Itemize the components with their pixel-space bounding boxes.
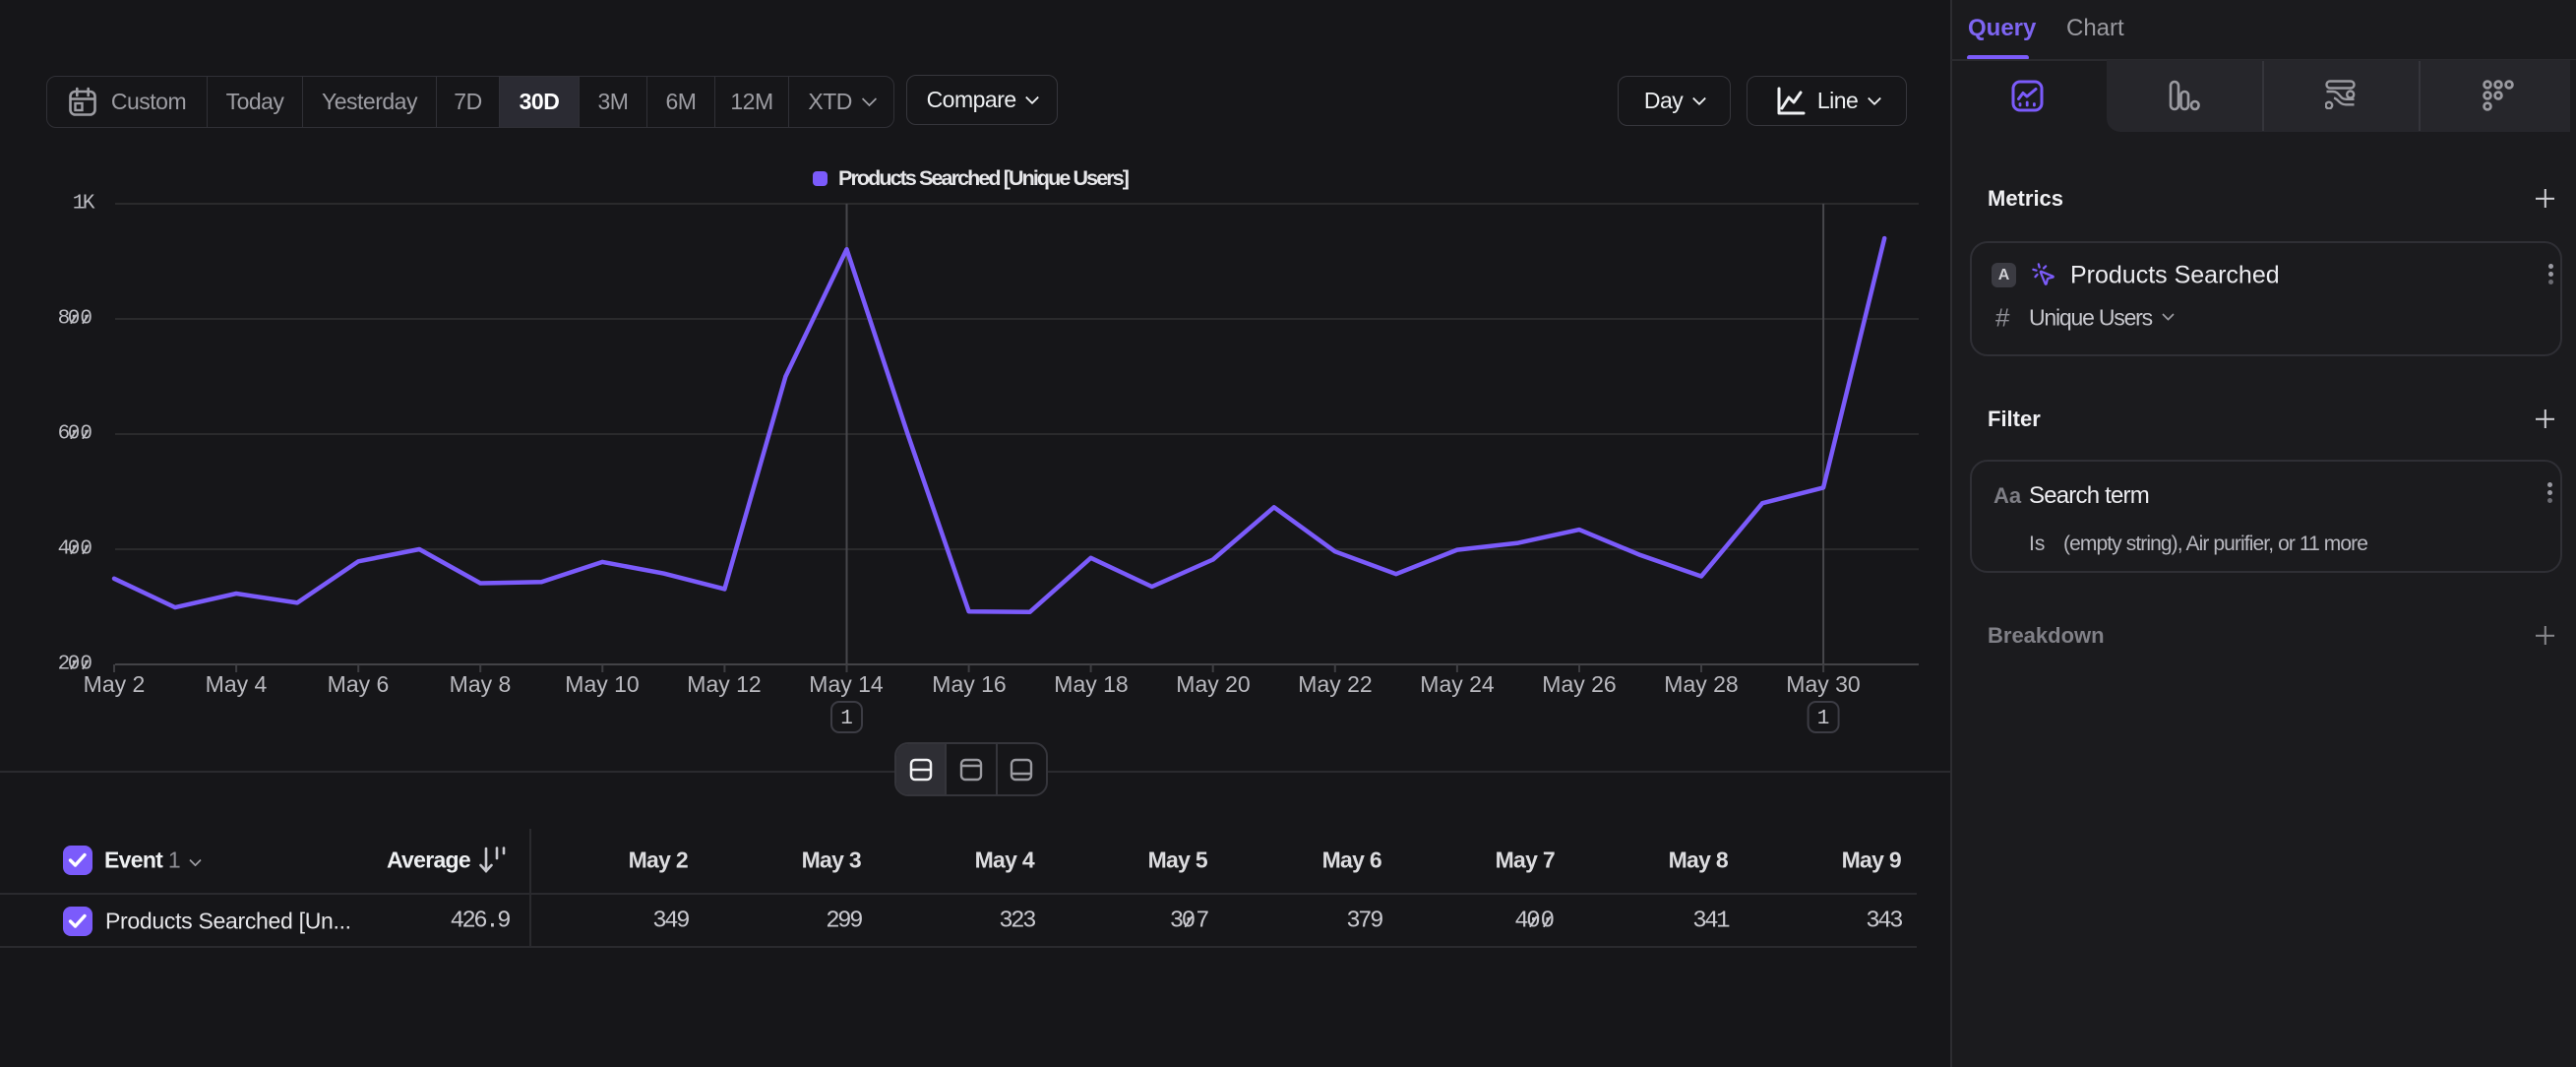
svg-text:Products Searched [Unique User: Products Searched [Unique Users] [838, 166, 1129, 190]
svg-text:May 24: May 24 [1420, 671, 1495, 697]
svg-text:1: 1 [1817, 708, 1830, 730]
svg-text:May 12: May 12 [687, 671, 761, 697]
svg-text:May 28: May 28 [1664, 671, 1738, 697]
svg-text:May 16: May 16 [932, 671, 1006, 697]
svg-text:1: 1 [840, 708, 853, 730]
svg-text:May 14: May 14 [809, 671, 884, 697]
svg-text:May 8: May 8 [450, 671, 512, 697]
svg-text:May 4: May 4 [206, 671, 268, 697]
svg-text:May 10: May 10 [565, 671, 639, 697]
svg-text:May 30: May 30 [1786, 671, 1860, 697]
svg-text:May 2: May 2 [84, 671, 146, 697]
svg-text:May 6: May 6 [328, 671, 390, 697]
svg-text:May 26: May 26 [1542, 671, 1616, 697]
svg-text:May 18: May 18 [1054, 671, 1128, 697]
svg-text:May 22: May 22 [1298, 671, 1372, 697]
svg-text:May 20: May 20 [1176, 671, 1250, 697]
